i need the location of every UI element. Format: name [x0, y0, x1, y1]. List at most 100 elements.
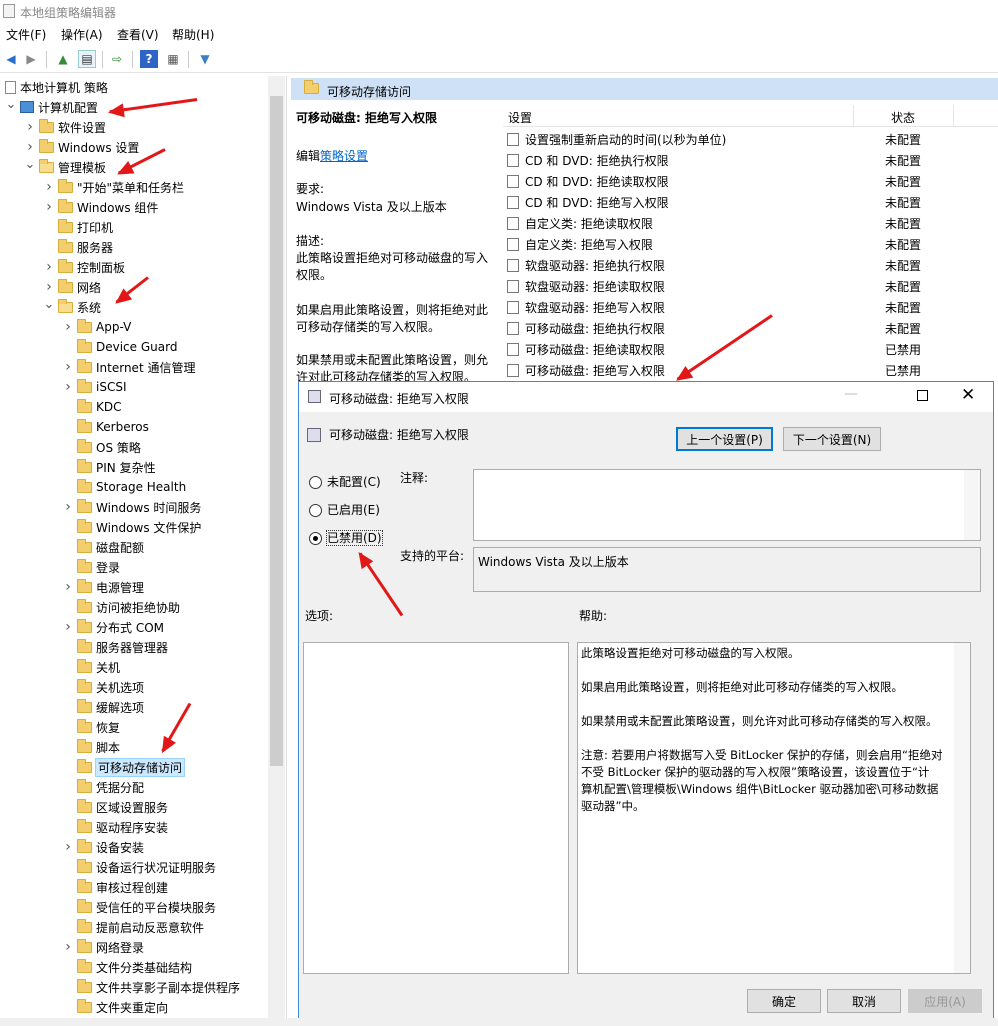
- tree-item[interactable]: › 软件设置: [24, 117, 106, 137]
- tree-item[interactable]: 区域设置服务: [62, 797, 168, 817]
- tree-item[interactable]: 设备运行状况证明服务: [62, 857, 216, 877]
- tree-item[interactable]: › App-V: [62, 317, 131, 337]
- chevron-right-icon[interactable]: ›: [43, 199, 55, 215]
- tree-item[interactable]: 服务器: [43, 237, 113, 257]
- close-icon[interactable]: ✕: [961, 385, 975, 405]
- edit-policy-link[interactable]: 策略设置: [320, 149, 368, 163]
- col-divider[interactable]: [953, 105, 954, 127]
- forward-icon[interactable]: ▶: [22, 50, 40, 68]
- tree-item[interactable]: 文件夹重定向: [62, 997, 168, 1017]
- col-setting-header[interactable]: 设置: [508, 109, 532, 126]
- tree-item[interactable]: 登录: [62, 557, 120, 577]
- ok-button[interactable]: 确定: [747, 989, 821, 1013]
- tree-item[interactable]: 凭据分配: [62, 777, 144, 797]
- tree-item[interactable]: › Internet 通信管理: [62, 357, 195, 377]
- setting-row[interactable]: 设置强制重新启动的时间(以秒为单位) 未配置: [507, 129, 998, 150]
- chevron-down-icon[interactable]: ⌄: [5, 97, 17, 112]
- chevron-right-icon[interactable]: ›: [24, 139, 36, 155]
- setting-row[interactable]: 自定义类: 拒绝读取权限 未配置: [507, 213, 998, 234]
- tree-item[interactable]: KDC: [62, 397, 122, 417]
- tree-item[interactable]: › 网络登录: [62, 937, 144, 957]
- tree-item[interactable]: Kerberos: [62, 417, 149, 437]
- radio-disabled[interactable]: [309, 532, 322, 545]
- tree-item[interactable]: ⌄ 系统: [43, 297, 101, 317]
- tree-item[interactable]: 恢复: [62, 717, 120, 737]
- tree-item[interactable]: 脚本: [62, 737, 120, 757]
- chevron-right-icon[interactable]: ›: [62, 359, 74, 375]
- tree-item[interactable]: 文件共享影子副本提供程序: [62, 977, 240, 997]
- tree-item[interactable]: › 网络: [43, 277, 101, 297]
- filter-icon[interactable]: ▼: [196, 50, 214, 68]
- tree-item[interactable]: ⌄ 管理模板: [24, 157, 106, 177]
- tree-item[interactable]: 关机: [62, 657, 120, 677]
- chevron-right-icon[interactable]: ›: [62, 619, 74, 635]
- tree-scrollbar-thumb[interactable]: [270, 96, 283, 766]
- col-divider[interactable]: [853, 105, 854, 127]
- chevron-down-icon[interactable]: ⌄: [24, 157, 36, 172]
- show-hide-tree-icon[interactable]: ▤: [78, 50, 96, 68]
- setting-row[interactable]: CD 和 DVD: 拒绝读取权限 未配置: [507, 171, 998, 192]
- chevron-right-icon[interactable]: ›: [24, 119, 36, 135]
- next-setting-button[interactable]: 下一个设置(N): [783, 427, 881, 451]
- comment-textarea[interactable]: [473, 469, 981, 541]
- maximize-icon[interactable]: [917, 390, 928, 401]
- chevron-right-icon[interactable]: ›: [62, 939, 74, 955]
- up-folder-icon[interactable]: ▲: [54, 50, 72, 68]
- tree-item[interactable]: 驱动程序安装: [62, 817, 168, 837]
- tree-item[interactable]: 受信任的平台模块服务: [62, 897, 216, 917]
- help-icon[interactable]: ?: [140, 50, 158, 68]
- setting-row[interactable]: 软盘驱动器: 拒绝执行权限 未配置: [507, 255, 998, 276]
- tree-item[interactable]: Windows 文件保护: [62, 517, 201, 537]
- tree-item[interactable]: ⌄ 计算机配置: [5, 97, 98, 117]
- tree-item[interactable]: 可移动存储访问: [62, 757, 186, 777]
- tree-item[interactable]: › iSCSI: [62, 377, 127, 397]
- chevron-right-icon[interactable]: ›: [62, 839, 74, 855]
- tree-item[interactable]: Storage Health: [62, 477, 186, 497]
- setting-row[interactable]: 软盘驱动器: 拒绝读取权限 未配置: [507, 276, 998, 297]
- setting-row[interactable]: CD 和 DVD: 拒绝执行权限 未配置: [507, 150, 998, 171]
- chevron-right-icon[interactable]: ›: [62, 499, 74, 515]
- tree-item[interactable]: › "开始"菜单和任务栏: [43, 177, 184, 197]
- help-scrollbar[interactable]: [954, 643, 970, 973]
- tree-item[interactable]: 文件分类基础结构: [62, 957, 192, 977]
- tree-item[interactable]: 审核过程创建: [62, 877, 168, 897]
- tree-item[interactable]: › 电源管理: [62, 577, 144, 597]
- setting-row[interactable]: 可移动磁盘: 拒绝读取权限 已禁用: [507, 339, 998, 360]
- tree-item[interactable]: › 设备安装: [62, 837, 144, 857]
- back-icon[interactable]: ◀: [2, 50, 20, 68]
- previous-setting-button[interactable]: 上一个设置(P): [676, 427, 773, 451]
- tree-item[interactable]: › 控制面板: [43, 257, 125, 277]
- setting-row[interactable]: 自定义类: 拒绝写入权限 未配置: [507, 234, 998, 255]
- chevron-right-icon[interactable]: ›: [62, 579, 74, 595]
- cancel-button[interactable]: 取消: [827, 989, 901, 1013]
- menu-file[interactable]: 文件(F): [6, 26, 46, 43]
- chevron-right-icon[interactable]: ›: [43, 179, 55, 195]
- tree-item[interactable]: 提前启动反恶意软件: [62, 917, 204, 937]
- tree-item[interactable]: 关机选项: [62, 677, 144, 697]
- tree-item[interactable]: › Windows 设置: [24, 137, 139, 157]
- tree-item[interactable]: 服务器管理器: [62, 637, 168, 657]
- option-disabled[interactable]: 已禁用(D): [309, 529, 383, 546]
- menu-action[interactable]: 操作(A): [61, 26, 103, 43]
- tree-root[interactable]: 本地计算机 策略: [2, 77, 108, 97]
- tree-item[interactable]: Device Guard: [62, 337, 177, 357]
- tree-item[interactable]: 缓解选项: [62, 697, 144, 717]
- chevron-right-icon[interactable]: ›: [62, 379, 74, 395]
- tree-item[interactable]: › Windows 时间服务: [62, 497, 201, 517]
- minimize-icon[interactable]: —: [844, 386, 858, 402]
- tree-item[interactable]: 访问被拒绝协助: [62, 597, 180, 617]
- setting-row[interactable]: CD 和 DVD: 拒绝写入权限 未配置: [507, 192, 998, 213]
- tree-item[interactable]: › Windows 组件: [43, 197, 158, 217]
- chevron-right-icon[interactable]: ›: [62, 319, 74, 335]
- tree-item[interactable]: 打印机: [43, 217, 113, 237]
- col-state-header[interactable]: 状态: [891, 109, 915, 126]
- apply-button[interactable]: 应用(A): [908, 989, 982, 1013]
- option-not-configured[interactable]: 未配置(C): [309, 473, 381, 490]
- setting-row[interactable]: 可移动磁盘: 拒绝写入权限 已禁用: [507, 360, 998, 381]
- properties-icon[interactable]: ▦: [164, 50, 182, 68]
- menu-view[interactable]: 查看(V): [117, 26, 159, 43]
- tree-item[interactable]: PIN 复杂性: [62, 457, 156, 477]
- comment-scrollbar[interactable]: [964, 470, 980, 540]
- tree-item[interactable]: 磁盘配额: [62, 537, 144, 557]
- radio-not-configured[interactable]: [309, 476, 322, 489]
